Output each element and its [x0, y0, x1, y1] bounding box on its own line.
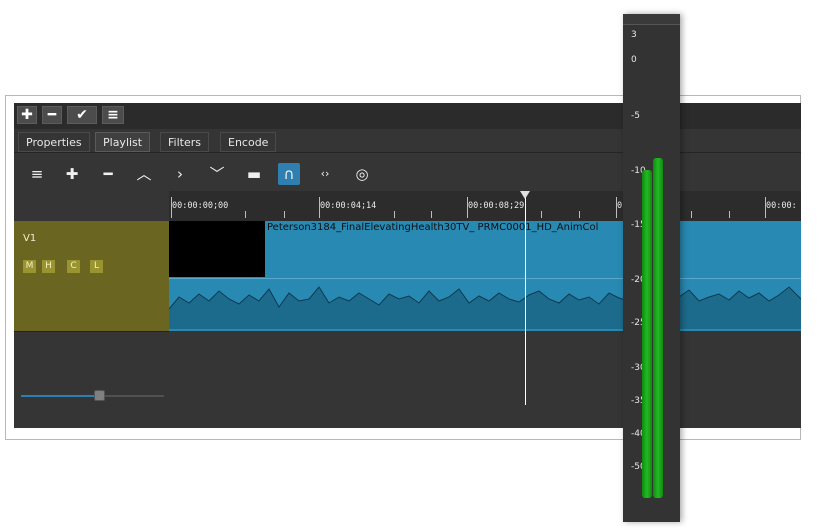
meter-header	[623, 14, 680, 25]
ruler-label: 00:00:04;14	[320, 201, 377, 211]
meter-bar-left	[642, 170, 652, 498]
zoom-slider-rest	[101, 395, 164, 397]
playhead[interactable]	[525, 191, 526, 405]
ruler-tick	[394, 211, 395, 218]
playlist-toolbar: ✚ ━ ✔ ≡	[14, 103, 801, 129]
audio-waveform	[169, 286, 801, 329]
zoom-slider-handle[interactable]	[94, 390, 105, 401]
track-body-v1: Peterson3184_FinalElevatingHealth30TV_ P…	[169, 221, 801, 331]
tab-properties[interactable]: Properties	[18, 132, 90, 152]
mute-button[interactable]: M	[23, 260, 36, 273]
ruler-label: 00:00:	[766, 201, 797, 211]
split-icon[interactable]: ﹀	[206, 163, 228, 185]
snap-icon[interactable]: ∩	[278, 163, 300, 185]
timeline-panel: ✚ ━ ✔ ≡ Properties Playlist Filters Enco…	[14, 103, 801, 428]
meter-label: -5	[631, 111, 640, 121]
timeline-clip[interactable]: Peterson3184_FinalElevatingHealth30TV_ P…	[169, 221, 801, 331]
menu-icon[interactable]: ≡	[26, 163, 48, 185]
clip-thumbnail	[169, 221, 265, 277]
hide-button[interactable]: H	[42, 260, 55, 273]
tab-bar: Properties Playlist Filters Encode	[14, 129, 801, 153]
tab-playlist[interactable]: Playlist	[95, 132, 151, 152]
ruler-tick	[579, 211, 580, 218]
tab-filters[interactable]: Filters	[160, 132, 209, 152]
playhead-marker-icon[interactable]	[520, 191, 530, 199]
composite-button[interactable]: C	[67, 260, 80, 273]
minus-icon[interactable]: ━	[42, 106, 62, 124]
ruler-label: 0	[617, 201, 623, 211]
timeline-toolbar: ≡ ✚ ━ ︿ › ﹀ ▬ ∩ ‹› ◎	[14, 153, 801, 191]
track-name: V1	[23, 233, 37, 244]
track-header-v1[interactable]: V1 M H C L	[14, 221, 169, 332]
meter-label: 0	[631, 55, 637, 65]
ruler-label: 00:00:08;29	[468, 201, 525, 211]
ruler-tick	[691, 211, 692, 218]
ruler-tick	[431, 211, 432, 218]
meter-label: 3	[631, 30, 637, 40]
meter-bar-right	[653, 158, 663, 498]
ruler-tick	[245, 211, 246, 218]
time-ruler[interactable]: 00:00:00;00 00:00:04;14 00:00:08;29 0 00…	[169, 191, 801, 221]
plus-icon[interactable]: ✚	[17, 106, 37, 124]
append-icon[interactable]: ✚	[61, 163, 83, 185]
remove-icon[interactable]: ━	[97, 163, 119, 185]
check-icon[interactable]: ✔	[67, 106, 97, 124]
ruler-tick	[541, 211, 542, 218]
lock-button[interactable]: L	[90, 260, 103, 273]
ruler-tick	[284, 211, 285, 218]
menu-icon[interactable]: ≡	[102, 106, 124, 124]
ripple-all-icon[interactable]: ◎	[351, 163, 373, 185]
lift-icon[interactable]: ︿	[133, 163, 155, 185]
ruler-label: 00:00:00;00	[172, 201, 229, 211]
scrub-icon[interactable]: ‹›	[314, 163, 336, 185]
overwrite-icon[interactable]: ›	[169, 163, 191, 185]
ripple-icon[interactable]: ▬	[243, 163, 265, 185]
audio-meter: 3 0 -5 -10 -15 -20 -25 -30 -35 -40 -50	[623, 14, 680, 522]
tab-encode[interactable]: Encode	[220, 132, 277, 152]
clip-title: Peterson3184_FinalElevatingHealth30TV_ P…	[267, 222, 599, 233]
ruler-tick	[729, 211, 730, 218]
